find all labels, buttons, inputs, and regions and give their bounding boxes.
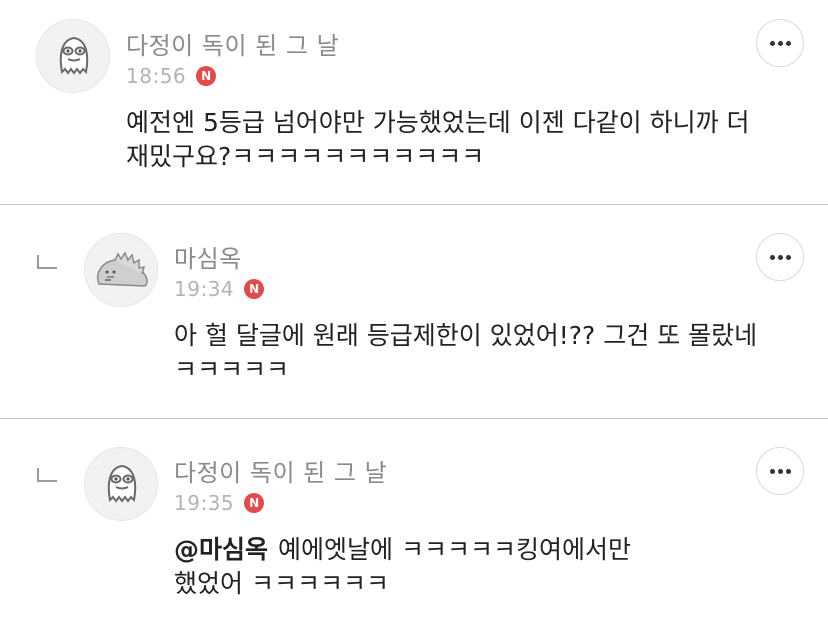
- comment-body: @마심옥 예에엣날에 ㅋㅋㅋㅋㅋ킹여에서만 했었어 ㅋㅋㅋㅋㅋㅋ: [174, 533, 631, 601]
- new-badge: N: [244, 279, 265, 299]
- dinosaur-character-icon: [97, 251, 148, 287]
- reply-comment-item: 다정이 독이 된 그 날 19:35 N @마심옥 예에엣날에 ㅋㅋㅋㅋㅋ킹여에서…: [0, 419, 828, 617]
- ghost-character-icon: [59, 36, 89, 75]
- more-options-button[interactable]: [756, 19, 804, 67]
- more-dot-icon: [785, 468, 791, 474]
- comment-text-line: 아 헐 달글에 원래 등급제한이 있었어!?? 그건 또 몰랐네: [174, 321, 758, 350]
- comment-meta: 19:34 N: [174, 277, 265, 301]
- more-dot-icon: [785, 254, 791, 260]
- comment-text: 예에엣날에 ㅋㅋㅋㅋㅋ킹여에서만: [278, 535, 631, 564]
- comment-item: 다정이 독이 된 그 날 18:56 N 예전엔 5등급 넘어야만 가능했었는데…: [0, 0, 828, 205]
- nickname[interactable]: 다정이 독이 된 그 날: [126, 26, 339, 61]
- more-dot-icon: [769, 254, 775, 260]
- nickname[interactable]: 다정이 독이 된 그 날: [174, 453, 387, 488]
- ghost-character-icon: [107, 464, 137, 503]
- new-badge: N: [244, 493, 265, 513]
- comment-text-line: ㅋㅋㅋㅋㅋ: [174, 355, 290, 384]
- reply-arrow-icon: [37, 255, 57, 269]
- nickname[interactable]: 마심옥: [174, 239, 242, 274]
- more-options-button[interactable]: [756, 447, 804, 495]
- reply-comment-item: 마심옥 19:34 N 아 헐 달글에 원래 등급제한이 있었어!?? 그건 또…: [0, 205, 828, 419]
- new-badge: N: [196, 66, 217, 86]
- comment-body: 예전엔 5등급 넘어야만 가능했었는데 이젠 다같이 하니까 더 재밌구요?ㅋㅋ…: [126, 106, 750, 174]
- comment-meta: 18:56 N: [126, 64, 217, 88]
- avatar[interactable]: [84, 233, 158, 307]
- timestamp: 18:56: [126, 64, 187, 88]
- comment-text-line: 재밌구요?ㅋㅋㅋㅋㅋㅋㅋㅋㅋㅋㅋ: [126, 142, 485, 171]
- comment-text-line: 했었어 ㅋㅋㅋㅋㅋㅋ: [174, 569, 389, 598]
- comment-text-line: 예전엔 5등급 넘어야만 가능했었는데 이젠 다같이 하니까 더: [126, 108, 750, 137]
- more-dot-icon: [769, 468, 775, 474]
- comment-meta: 19:35 N: [174, 491, 265, 515]
- timestamp: 19:35: [174, 491, 235, 515]
- avatar[interactable]: [84, 447, 158, 521]
- mention-link[interactable]: @마심옥: [174, 535, 268, 564]
- comment-body: 아 헐 달글에 원래 등급제한이 있었어!?? 그건 또 몰랐네 ㅋㅋㅋㅋㅋ: [174, 319, 757, 387]
- timestamp: 19:34: [174, 277, 235, 301]
- avatar[interactable]: [36, 19, 110, 93]
- more-dot-icon: [777, 254, 783, 260]
- more-dot-icon: [785, 40, 791, 46]
- reply-arrow-icon: [37, 468, 57, 482]
- more-options-button[interactable]: [756, 233, 804, 281]
- more-dot-icon: [777, 40, 783, 46]
- more-dot-icon: [777, 468, 783, 474]
- more-dot-icon: [769, 40, 775, 46]
- comment-text-line: @마심옥 예에엣날에 ㅋㅋㅋㅋㅋ킹여에서만: [174, 533, 631, 567]
